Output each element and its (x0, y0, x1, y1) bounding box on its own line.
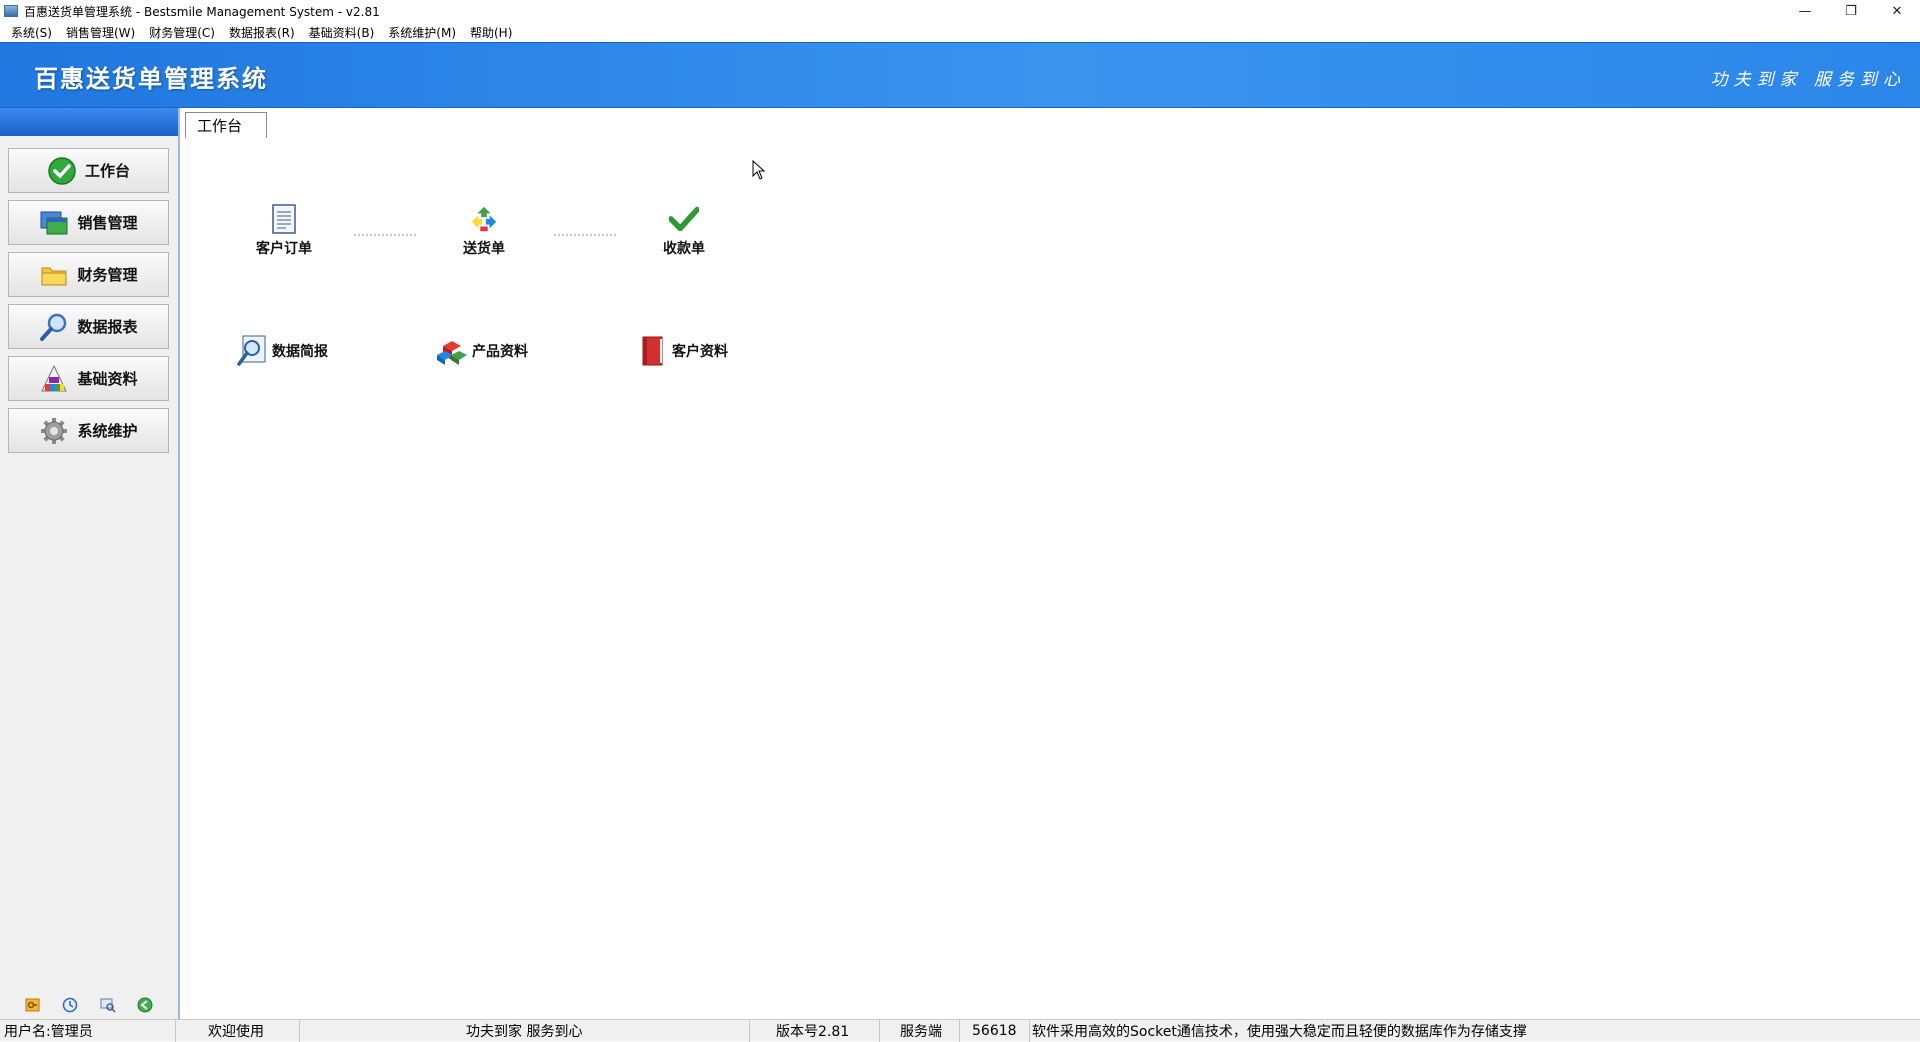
sidebar-item-label: 财务管理 (77, 266, 138, 284)
checkmark-icon (669, 204, 699, 234)
status-version: 版本号2.81 (750, 1019, 880, 1042)
recycle-icon (469, 204, 499, 234)
palette-icon (39, 364, 69, 394)
tab-workbench[interactable]: 工作台 (185, 112, 267, 138)
sidebar-item-label: 系统维护 (77, 422, 138, 440)
menu-sales[interactable]: 销售管理(W) (59, 24, 142, 41)
sidebar-item-basic-data[interactable]: 基础资料 (8, 356, 169, 401)
sidebar-item-reports[interactable]: 数据报表 (8, 304, 169, 349)
window-title: 百惠送货单管理系统 - Bestsmile Management System … (24, 4, 380, 19)
sidebar-toolbar (0, 997, 178, 1013)
status-user: 用户名:管理员 (0, 1019, 176, 1042)
red-book-icon (636, 334, 668, 368)
status-bar: 用户名:管理员 欢迎使用 功夫到家 服务到心 版本号2.81 服务端 56618… (0, 1019, 1920, 1042)
menu-reports[interactable]: 数据报表(R) (222, 24, 302, 41)
report-magnifier-icon (236, 334, 268, 368)
close-button[interactable]: ✕ (1874, 0, 1920, 22)
quick-label: 产品资料 (472, 344, 528, 360)
sidebar-item-sales[interactable]: 销售管理 (8, 200, 169, 245)
sidebar: 工作台 销售管理 财务管理 数据报表 基础资料 系统维护 (0, 108, 180, 1019)
restore-button[interactable]: ❐ (1828, 0, 1874, 22)
header-banner: 百惠送货单管理系统 功夫到家 服务到心 (0, 42, 1920, 108)
status-port: 56618 (960, 1019, 1030, 1042)
windows-icon (39, 208, 69, 238)
quick-data-report[interactable]: 数据简报 (236, 334, 328, 368)
quick-customer-data[interactable]: 客户资料 (636, 334, 728, 368)
quick-label: 客户资料 (672, 344, 728, 360)
flow-delivery-note[interactable]: 送货单 (439, 204, 529, 258)
back-icon[interactable] (137, 997, 153, 1013)
gear-icon (39, 416, 69, 446)
search-icon[interactable] (100, 997, 116, 1013)
document-icon (269, 204, 299, 234)
flow-label: 客户订单 (256, 241, 312, 257)
flow-customer-order[interactable]: 客户订单 (239, 204, 329, 258)
flow-label: 收款单 (663, 241, 705, 257)
flow-label: 送货单 (463, 241, 505, 257)
status-server-label: 服务端 (880, 1019, 960, 1042)
sidebar-header (0, 108, 178, 136)
menu-finance[interactable]: 财务管理(C) (142, 24, 222, 41)
quick-label: 数据简报 (272, 344, 328, 360)
minimize-button[interactable]: — (1782, 0, 1828, 22)
flow-receipt[interactable]: 收款单 (639, 204, 729, 258)
workspace: 工作台 客户订单 送货单 收款单 数据简报 产品资料 客户资料 (182, 108, 1920, 1019)
sidebar-item-label: 工作台 (84, 162, 130, 180)
quick-product-data[interactable]: 产品资料 (436, 334, 528, 368)
status-slogan: 功夫到家 服务到心 (300, 1019, 750, 1042)
mouse-cursor-icon (752, 159, 766, 184)
cubes-icon (436, 334, 468, 368)
flow-arrow (554, 234, 616, 236)
clock-icon[interactable] (62, 997, 78, 1013)
sidebar-item-label: 数据报表 (77, 318, 138, 336)
sidebar-item-finance[interactable]: 财务管理 (8, 252, 169, 297)
menu-bar: 系统(S) 销售管理(W) 财务管理(C) 数据报表(R) 基础资料(B) 系统… (0, 22, 1920, 42)
menu-maintenance[interactable]: 系统维护(M) (381, 24, 463, 41)
check-circle-icon (47, 156, 77, 186)
sidebar-item-maintenance[interactable]: 系统维护 (8, 408, 169, 453)
brand-title: 百惠送货单管理系统 (34, 65, 268, 93)
sidebar-item-label: 销售管理 (77, 214, 138, 232)
menu-basic-data[interactable]: 基础资料(B) (302, 24, 382, 41)
status-welcome: 欢迎使用 (176, 1019, 300, 1042)
sidebar-item-label: 基础资料 (77, 370, 138, 388)
flow-arrow (354, 234, 416, 236)
title-bar: 百惠送货单管理系统 - Bestsmile Management System … (0, 0, 1920, 22)
key-icon[interactable] (25, 997, 41, 1013)
status-message: 软件采用高效的Socket通信技术，使用强大稳定而且轻便的数据库作为存储支撑 (1032, 1023, 1527, 1040)
magnifier-icon (39, 312, 69, 342)
menu-help[interactable]: 帮助(H) (463, 24, 519, 41)
sidebar-item-workbench[interactable]: 工作台 (8, 148, 169, 193)
menu-system[interactable]: 系统(S) (4, 24, 59, 41)
folder-icon (39, 260, 69, 290)
banner-slogan: 功夫到家 服务到心 (1710, 70, 1906, 90)
app-icon (4, 5, 18, 17)
window-controls: — ❐ ✕ (1782, 0, 1920, 22)
